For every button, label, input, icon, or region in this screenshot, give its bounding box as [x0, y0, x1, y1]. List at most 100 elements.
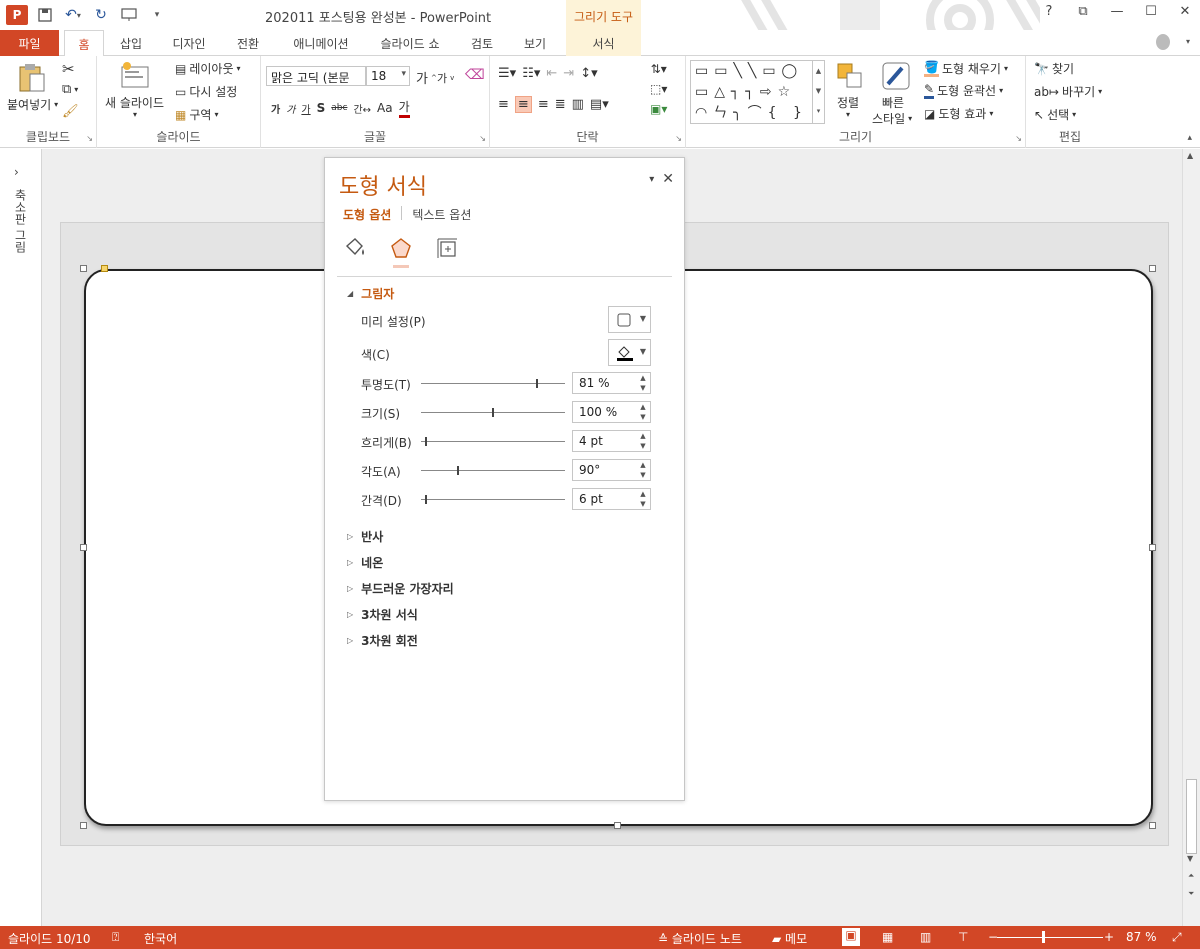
italic-button[interactable]: 가	[286, 101, 295, 116]
effects-icon[interactable]	[389, 236, 413, 268]
justify-icon[interactable]: ≣	[555, 97, 566, 112]
previous-slide-icon[interactable]: ⏶	[1188, 871, 1194, 881]
transparency-slider-knob[interactable]	[536, 379, 538, 388]
resize-handle-bottom-right[interactable]	[1149, 822, 1156, 829]
select-button[interactable]: ↖ 선택 ▾	[1034, 106, 1076, 123]
zoom-slider-knob[interactable]	[1042, 931, 1045, 943]
thumbnail-pane-label[interactable]: 축소판 그림	[12, 189, 29, 253]
new-slide-button[interactable]: 새 슬라이드	[105, 94, 164, 111]
close-button[interactable]: ✕	[1174, 4, 1196, 19]
ribbon-display-options-button[interactable]: ⧉	[1072, 4, 1094, 19]
tab-animations[interactable]: 애니메이션	[283, 30, 359, 56]
fit-to-window-icon[interactable]: ⤢	[1172, 930, 1182, 945]
bullets-icon[interactable]: ☰▾	[498, 66, 516, 81]
find-button[interactable]: 🔭 찾기	[1034, 60, 1074, 77]
tab-design[interactable]: 디자인	[163, 30, 215, 56]
font-size-combo[interactable]: 18 ▾	[366, 66, 410, 86]
decrease-indent-icon[interactable]: ⇤	[546, 66, 557, 81]
distributed-icon[interactable]: ▥	[572, 97, 584, 112]
save-icon[interactable]	[34, 4, 56, 26]
angle-slider-knob[interactable]	[457, 466, 459, 475]
tab-shape-options[interactable]: 도형 옵션	[343, 206, 391, 223]
shrink-font-button[interactable]: 가v	[437, 70, 454, 86]
customize-qat-icon[interactable]: ▾	[146, 4, 168, 26]
drawing-launcher-icon[interactable]: ↘	[1015, 134, 1022, 143]
smartart-icon[interactable]: ▣▾	[650, 102, 667, 116]
arrange-button[interactable]: 정렬	[837, 94, 859, 111]
font-color-button[interactable]: 가	[398, 98, 410, 118]
align-text-icon[interactable]: ⬚▾	[650, 82, 667, 96]
zoom-slider[interactable]	[997, 937, 1103, 938]
slideshow-view-icon[interactable]: ⊤	[958, 930, 968, 944]
numbering-icon[interactable]: ☷▾	[522, 66, 540, 81]
tab-view[interactable]: 보기	[515, 30, 555, 56]
section-button[interactable]: ▦ 구역 ▾	[175, 106, 218, 123]
start-slideshow-icon[interactable]	[118, 4, 140, 26]
tab-text-options[interactable]: 텍스트 옵션	[412, 206, 471, 223]
minimize-button[interactable]: —	[1106, 4, 1128, 19]
next-slide-icon[interactable]: ⏷	[1188, 889, 1194, 899]
replace-button[interactable]: ab↦ 바꾸기 ▾	[1034, 83, 1102, 100]
reflection-section-header[interactable]: ▷ 반사	[347, 528, 383, 545]
shadow-section-header[interactable]: ◢ 그림자	[347, 285, 394, 302]
paste-button[interactable]: 붙여넣기 ▾	[7, 96, 58, 113]
new-slide-dropdown-icon[interactable]: ▾	[133, 110, 137, 119]
quick-styles-icon[interactable]	[880, 60, 912, 92]
copy-icon[interactable]: ⧉ ▾	[62, 82, 78, 97]
comments-button[interactable]: ▰ 메모	[772, 930, 807, 947]
resize-handle-left[interactable]	[80, 544, 87, 551]
underline-button[interactable]: 가	[301, 101, 310, 116]
3d-rotation-section-header[interactable]: ▷ 3차원 회전	[347, 632, 418, 649]
tab-home[interactable]: 홈	[64, 30, 104, 57]
pane-options-icon[interactable]: ▾	[649, 171, 654, 187]
resize-handle-top-left[interactable]	[80, 265, 87, 272]
angle-spinner[interactable]: 90° ▲ ▼	[572, 459, 651, 481]
distance-spinner[interactable]: 6 pt ▲ ▼	[572, 488, 651, 510]
align-right-icon[interactable]: ≡	[538, 97, 549, 112]
resize-handle-right[interactable]	[1149, 544, 1156, 551]
resize-handle-bottom[interactable]	[614, 822, 621, 829]
soft-edges-section-header[interactable]: ▷ 부드러운 가장자리	[347, 580, 454, 597]
shadow-preset-dropdown[interactable]: ▼	[608, 306, 651, 333]
shape-outline-button[interactable]: ✎ 도형 윤곽선 ▾	[924, 82, 1003, 99]
character-spacing-button[interactable]: 간↔	[353, 101, 371, 116]
size-spinner[interactable]: 100 % ▲ ▼	[572, 401, 651, 423]
redo-icon[interactable]: ↻	[90, 4, 112, 26]
undo-icon[interactable]: ↶ ▾	[62, 4, 84, 26]
3d-format-section-header[interactable]: ▷ 3차원 서식	[347, 606, 418, 623]
transparency-slider[interactable]	[421, 379, 565, 388]
adjust-handle[interactable]	[101, 265, 108, 272]
notes-button[interactable]: ≙ 슬라이드 노트	[658, 930, 742, 947]
increase-indent-icon[interactable]: ⇥	[563, 66, 574, 81]
columns-icon[interactable]: ▤▾	[590, 97, 609, 112]
bold-button[interactable]: 가	[271, 101, 280, 116]
reading-view-icon[interactable]: ▥	[920, 930, 931, 944]
quick-styles-button[interactable]: 스타일 ▾	[872, 110, 912, 127]
size-slider-knob[interactable]	[492, 408, 494, 417]
distance-slider-knob[interactable]	[425, 495, 427, 504]
align-center-icon[interactable]: ≡	[514, 96, 532, 113]
tab-slideshow[interactable]: 슬라이드 쇼	[372, 30, 448, 56]
help-button[interactable]: ?	[1038, 4, 1060, 19]
line-spacing-icon[interactable]: ↕▾	[580, 66, 597, 81]
arrange-dropdown-icon[interactable]: ▾	[846, 110, 850, 119]
resize-handle-bottom-left[interactable]	[80, 822, 87, 829]
collapse-ribbon-icon[interactable]: ▴	[1187, 133, 1192, 143]
size-properties-icon[interactable]	[435, 236, 459, 260]
shape-fill-button[interactable]: 🪣 도형 채우기 ▾	[924, 60, 1008, 77]
shadow-color-dropdown[interactable]: ▼	[608, 339, 651, 366]
blur-spinner[interactable]: 4 pt ▲ ▼	[572, 430, 651, 452]
glow-section-header[interactable]: ▷ 네온	[347, 554, 383, 571]
align-left-icon[interactable]: ≡	[498, 97, 509, 112]
tab-transitions[interactable]: 전환	[228, 30, 268, 56]
pane-close-icon[interactable]: ✕	[662, 171, 674, 187]
angle-slider[interactable]	[421, 466, 565, 475]
shapes-gallery[interactable]: ▭▭╲╲▭◯ ▭△┐┐⇨☆ ◠ㄣ╮⌒{ } ▲ ▼ ▾	[690, 60, 825, 124]
normal-view-icon[interactable]: ▣	[842, 928, 860, 946]
grow-font-button[interactable]: 가 ^	[416, 68, 437, 87]
paste-icon[interactable]	[16, 62, 48, 94]
reset-button[interactable]: ▭ 다시 설정	[175, 83, 237, 100]
clear-formatting-icon[interactable]: ⌫	[465, 67, 485, 83]
tab-review[interactable]: 검토	[462, 30, 502, 56]
text-direction-icon[interactable]: ⇅▾	[651, 62, 667, 76]
